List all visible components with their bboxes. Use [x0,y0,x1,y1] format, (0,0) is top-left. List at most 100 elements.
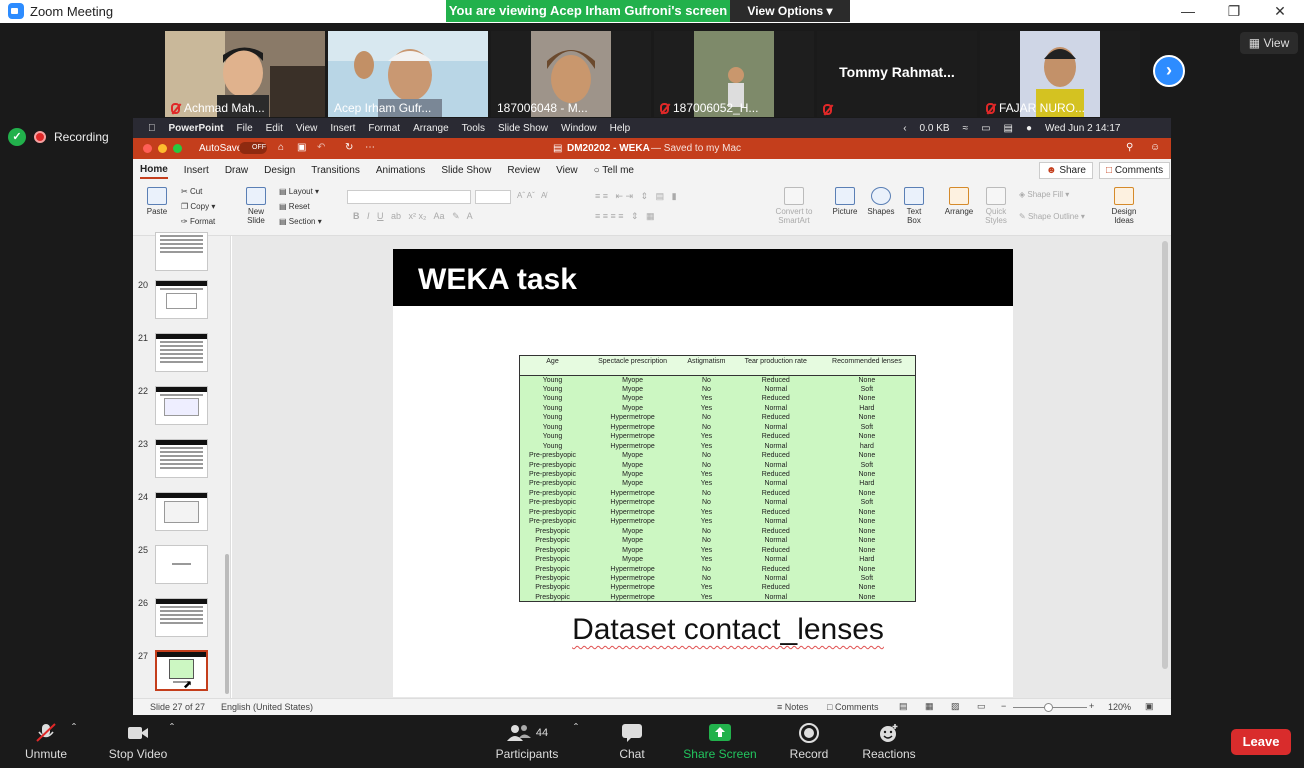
home-icon[interactable]: ⌂ [278,142,284,153]
copy-button[interactable]: ❐ Copy ▾ [181,202,215,211]
slide[interactable]: WEKA task Age Spectacle prescription Astig… [393,249,1013,697]
slide-thumbnail[interactable] [155,545,208,584]
slide-caption[interactable]: Dataset contact_lenses [393,613,1063,647]
participant-tile[interactable]: Tommy Rahmat... [817,31,977,117]
normal-view-icon[interactable]: ▤ [899,701,908,712]
picture-button[interactable]: Picture [831,187,859,216]
slide-thumbnail[interactable] [155,386,208,425]
tab-animations[interactable]: Animations [376,163,425,178]
comments-button[interactable]: □ Comments [1099,162,1171,179]
fit-to-window-icon[interactable]: ▣ [1145,701,1154,712]
font-size-buttons[interactable]: Aˆ Aˇ A̸ [517,191,546,200]
save-icon[interactable]: ▣ [297,142,306,153]
participant-tile[interactable]: 187006048 - M... [491,31,651,117]
section-button[interactable]: ▤ Section ▾ [279,217,322,226]
menu-item-slide-show[interactable]: Slide Show [498,123,548,134]
tab-draw[interactable]: Draw [225,163,248,178]
search-icon[interactable]: ⚲ [1126,142,1133,153]
security-shield-icon[interactable]: ✓ [8,128,26,146]
view-options-button[interactable]: View Options ▾ [730,0,850,22]
slide-title[interactable]: WEKA task [418,263,577,297]
language-indicator[interactable]: English (United States) [221,702,313,712]
menu-item-arrange[interactable]: Arrange [413,123,449,134]
tab-insert[interactable]: Insert [184,163,209,178]
slideshow-view-icon[interactable]: ▭ [977,701,986,712]
slide-sorter-icon[interactable]: ▦ [925,701,934,712]
tab-home[interactable]: Home [140,162,168,179]
menu-item-file[interactable]: File [237,123,253,134]
paste-button[interactable]: Paste [143,187,171,216]
audio-options-caret[interactable]: ˆ [72,721,76,735]
slide-thumbnail[interactable] [155,439,208,478]
slide-thumbnail[interactable] [155,280,208,319]
slide-thumbnail[interactable] [155,598,208,637]
zoom-dot-icon[interactable] [173,144,182,153]
menu-item-tools[interactable]: Tools [462,123,485,134]
font-family-select[interactable] [347,190,471,204]
canvas-scrollbar[interactable] [1162,241,1168,669]
participant-tile[interactable]: Achmad Mah... [165,31,325,117]
participant-tile[interactable]: 187006052_H... [654,31,814,117]
tab-transitions[interactable]: Transitions [311,163,360,178]
text-box-button[interactable]: Text Box [901,187,927,225]
share-screen-button[interactable]: Share Screen [682,723,758,761]
zoom-slider-handle[interactable] [1044,703,1053,712]
view-layout-button[interactable]: ▦ View [1240,32,1298,54]
menu-item-powerpoint[interactable]: PowerPoint [169,123,224,134]
slide-thumbnail-selected[interactable] [155,650,208,691]
shape-fill-button[interactable]: ◈ Shape Fill ▾ [1019,190,1069,199]
participants-options-caret[interactable]: ˆ [574,721,578,735]
tab-view[interactable]: View [556,163,578,178]
minimize-dot-icon[interactable] [158,144,167,153]
restore-button[interactable]: ❐ [1211,0,1257,23]
smiley-feedback-icon[interactable]: ☺ [1150,142,1160,153]
minimize-button[interactable]: — [1165,0,1211,23]
menu-item-help[interactable]: Help [610,123,631,134]
tab-design[interactable]: Design [264,163,295,178]
menu-item-edit[interactable]: Edit [266,123,283,134]
stop-video-button[interactable]: Stop Video [104,723,172,761]
participants-button[interactable]: 44 Participants [492,723,562,761]
alignment-buttons[interactable]: ≡ ≡ ≡ ≡ ⇕ ▦ [595,211,655,222]
autosave-toggle[interactable]: OFF [239,142,267,154]
slide-thumbnail[interactable] [155,232,208,271]
dataset-table[interactable]: Age Spectacle prescription Astigmatism Tear… [519,355,916,602]
zoom-in-icon[interactable]: + [1089,701,1094,711]
next-page-button[interactable]: › [1153,55,1185,87]
share-button[interactable]: ☻ Share [1039,162,1093,179]
cut-button[interactable]: ✂ Cut [181,187,202,196]
menu-item-format[interactable]: Format [368,123,400,134]
menu-item-window[interactable]: Window [561,123,597,134]
list-buttons[interactable]: ≡ ≡ ⇤ ⇥ ⇕ ▤ ▮ [595,191,677,202]
text-format-buttons[interactable]: B I U ab x² x₂ Aa ✎ A [353,211,473,222]
shape-outline-button[interactable]: ✎ Shape Outline ▾ [1019,212,1085,221]
leave-meeting-button[interactable]: Leave [1231,729,1291,755]
menu-item-view[interactable]: View [296,123,318,134]
participant-tile[interactable]: FAJAR NURO... [980,31,1140,117]
format-painter-button[interactable]: ✑ Format [181,217,215,226]
more-icon[interactable]: ⋯ [365,142,375,153]
menu-item-insert[interactable]: Insert [330,123,355,134]
tab-slide-show[interactable]: Slide Show [441,163,491,178]
zoom-level[interactable]: 120% [1108,702,1131,712]
undo-icon[interactable]: ↶ [317,142,325,153]
convert-smartart-button[interactable]: Convert to SmartArt [773,187,815,225]
slide-thumbnail[interactable] [155,492,208,531]
redo-icon[interactable]: ↻ [345,142,353,153]
chat-button[interactable]: Chat [612,723,652,761]
close-window-button[interactable]: ✕ [1257,0,1303,23]
tell-me-search[interactable]: ○ Tell me [594,163,634,178]
close-dot-icon[interactable] [143,144,152,153]
notes-button[interactable]: ≡ Notes [777,702,808,712]
slide-thumbnail[interactable] [155,333,208,372]
new-slide-button[interactable]: New Slide [241,187,271,225]
status-comments-button[interactable]: □ Comments [827,702,878,712]
thumbnail-scrollbar[interactable] [225,554,229,694]
reading-view-icon[interactable]: ▨ [951,701,960,712]
unmute-button[interactable]: Unmute [20,723,72,761]
reactions-button[interactable]: Reactions [860,723,918,761]
tab-review[interactable]: Review [507,163,540,178]
recording-indicator[interactable]: ✓ Recording [8,128,109,146]
font-size-select[interactable] [475,190,511,204]
quick-styles-button[interactable]: Quick Styles [981,187,1011,225]
